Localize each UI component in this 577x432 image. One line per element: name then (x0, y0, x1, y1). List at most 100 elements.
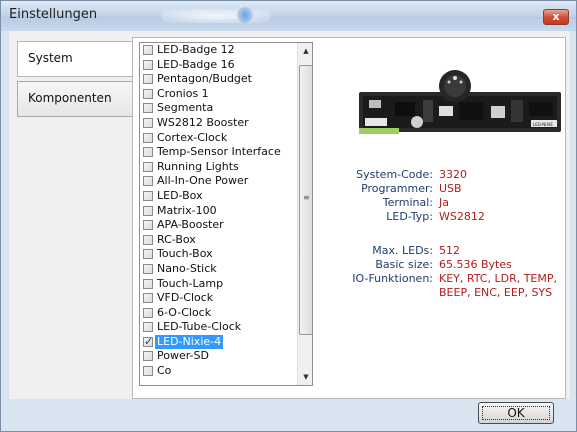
list-item-label: RC-Box (157, 232, 196, 246)
list-item[interactable]: LED-Badge 16 (140, 58, 297, 73)
list-item[interactable]: Segmenta (140, 101, 297, 116)
list-item[interactable]: Power-SD (140, 349, 297, 364)
list-item[interactable]: 6-O-Clock (140, 306, 297, 321)
list-item-label: Nano-Stick (157, 261, 217, 275)
checkbox[interactable] (143, 45, 153, 55)
list-item-label: Pentagon/Budget (157, 72, 252, 86)
list-item-label: Cronios 1 (157, 86, 209, 100)
tab-komponenten[interactable]: Komponenten (17, 81, 133, 117)
list-item-label: WS2812 Booster (157, 115, 249, 129)
list-item-label: Touch-Box (157, 247, 213, 261)
list-item-label: Matrix-100 (157, 203, 217, 217)
checkbox[interactable] (143, 322, 153, 333)
detail-value: Ja (439, 196, 449, 209)
list-item[interactable]: APA-Booster (140, 218, 297, 233)
dialog-content: System Komponenten LED-Badge 12 LED-Badge… (9, 31, 570, 399)
list-item-label: Co (157, 364, 172, 378)
list-item[interactable]: Pentagon/Budget (140, 72, 297, 87)
list-item[interactable]: WS2812 Booster (140, 116, 297, 131)
ok-button[interactable]: OK (478, 402, 554, 424)
checkbox[interactable] (143, 117, 153, 128)
list-item[interactable]: All-In-One Power (140, 174, 297, 189)
tab-system-label: System (28, 51, 73, 65)
list-item[interactable]: Running Lights (140, 160, 297, 175)
detail-io-funktionen: IO-Funktionen: KEY, RTC, LDR, TEMP, (327, 272, 563, 286)
checkbox[interactable] (143, 88, 153, 99)
detail-max-leds: Max. LEDs: 512 (327, 244, 563, 258)
detail-basic-size: Basic size: 65.536 Bytes (327, 258, 563, 272)
list-item[interactable]: Touch-Box (140, 247, 297, 262)
detail-value: BEEP, ENC, EEP, SYS (439, 286, 553, 299)
list-item-label: Segmenta (157, 101, 214, 115)
scroll-thumb[interactable]: ≡ (299, 65, 312, 335)
list-item-label: All-In-One Power (157, 174, 249, 188)
checkbox[interactable] (143, 132, 153, 143)
title-bar[interactable]: Einstellungen x (1, 1, 576, 31)
list-item[interactable]: Matrix-100 (140, 204, 297, 219)
detail-programmer: Programmer: USB (327, 182, 563, 196)
detail-led-typ: LED-Typ: WS2812 (327, 210, 563, 224)
checkbox[interactable] (143, 307, 153, 318)
list-item[interactable]: LED-Nixie-4 (140, 334, 297, 350)
list-item[interactable]: Touch-Lamp (140, 277, 297, 292)
list-item[interactable]: Co (140, 364, 297, 379)
components-listbox[interactable]: LED-Badge 12 LED-Badge 16 Pentagon/Budget C… (139, 42, 313, 386)
checkbox[interactable] (143, 190, 153, 201)
detail-value: 512 (439, 244, 460, 257)
tab-komponenten-label: Komponenten (28, 91, 112, 105)
checkbox[interactable] (143, 293, 153, 304)
list-item[interactable]: RC-Box (140, 233, 297, 248)
list-item[interactable]: LED-Box (140, 189, 297, 204)
checkbox[interactable] (143, 249, 153, 260)
checkbox[interactable] (143, 161, 153, 172)
list-item-label: APA-Booster (157, 218, 224, 232)
components-list: LED-Badge 12 LED-Badge 16 Pentagon/Budget C… (140, 43, 297, 379)
list-item-label: LED-Badge 16 (157, 57, 235, 71)
checkbox[interactable] (143, 103, 153, 114)
checkbox[interactable] (143, 176, 153, 187)
checkbox[interactable] (143, 263, 153, 274)
checkbox[interactable] (143, 74, 153, 85)
detail-key: System-Code: (356, 168, 433, 181)
list-item-label: LED-Box (157, 188, 203, 202)
list-item[interactable]: Temp-Sensor Interface (140, 145, 297, 160)
list-item[interactable]: LED-Tube-Clock (140, 320, 297, 335)
tab-system[interactable]: System (17, 41, 133, 77)
detail-value: 65.536 Bytes (439, 258, 512, 271)
list-item[interactable]: LED-Badge 12 (140, 43, 297, 58)
list-item-label: 6-O-Clock (157, 305, 212, 319)
title-bar-glow-dot (237, 7, 253, 23)
checkbox[interactable] (143, 220, 153, 231)
detail-value: KEY, RTC, LDR, TEMP, (439, 272, 557, 285)
focus-rectangle (482, 406, 550, 420)
detail-value: WS2812 (439, 210, 485, 223)
list-item-label: LED-Tube-Clock (157, 320, 242, 334)
scroll-up-icon[interactable]: ▲ (298, 43, 312, 59)
list-item[interactable]: Cronios 1 (140, 87, 297, 102)
list-item[interactable]: Nano-Stick (140, 262, 297, 277)
close-button[interactable]: x (543, 9, 569, 25)
list-item[interactable]: Cortex-Clock (140, 131, 297, 146)
list-item-label: LED-Nixie-4 (155, 334, 224, 349)
scroll-down-icon[interactable]: ▼ (298, 369, 312, 385)
checkbox[interactable] (143, 335, 153, 348)
checkbox[interactable] (143, 366, 153, 377)
board-label: LED-NIXIE (533, 122, 553, 127)
scroll-grip-icon: ≡ (303, 193, 310, 202)
list-scrollbar[interactable]: ▲ ≡ ▼ (297, 43, 312, 385)
window-title: Einstellungen (9, 7, 98, 22)
list-item-label: Power-SD (157, 349, 209, 363)
checkbox[interactable] (143, 147, 153, 158)
checkbox[interactable] (143, 351, 153, 362)
detail-key: IO-Funktionen: (352, 272, 433, 285)
list-item-label: Cortex-Clock (157, 130, 228, 144)
detail-io-funktionen-continued: BEEP, ENC, EEP, SYS (327, 286, 563, 300)
checkbox[interactable] (143, 234, 153, 245)
list-item-label: Temp-Sensor Interface (157, 145, 281, 159)
checkbox[interactable] (143, 278, 153, 289)
checkbox[interactable] (143, 59, 153, 70)
title-bar-glow (161, 9, 271, 23)
list-item[interactable]: VFD-Clock (140, 291, 297, 306)
checkbox[interactable] (143, 205, 153, 216)
list-item-label: Touch-Lamp (157, 276, 224, 290)
